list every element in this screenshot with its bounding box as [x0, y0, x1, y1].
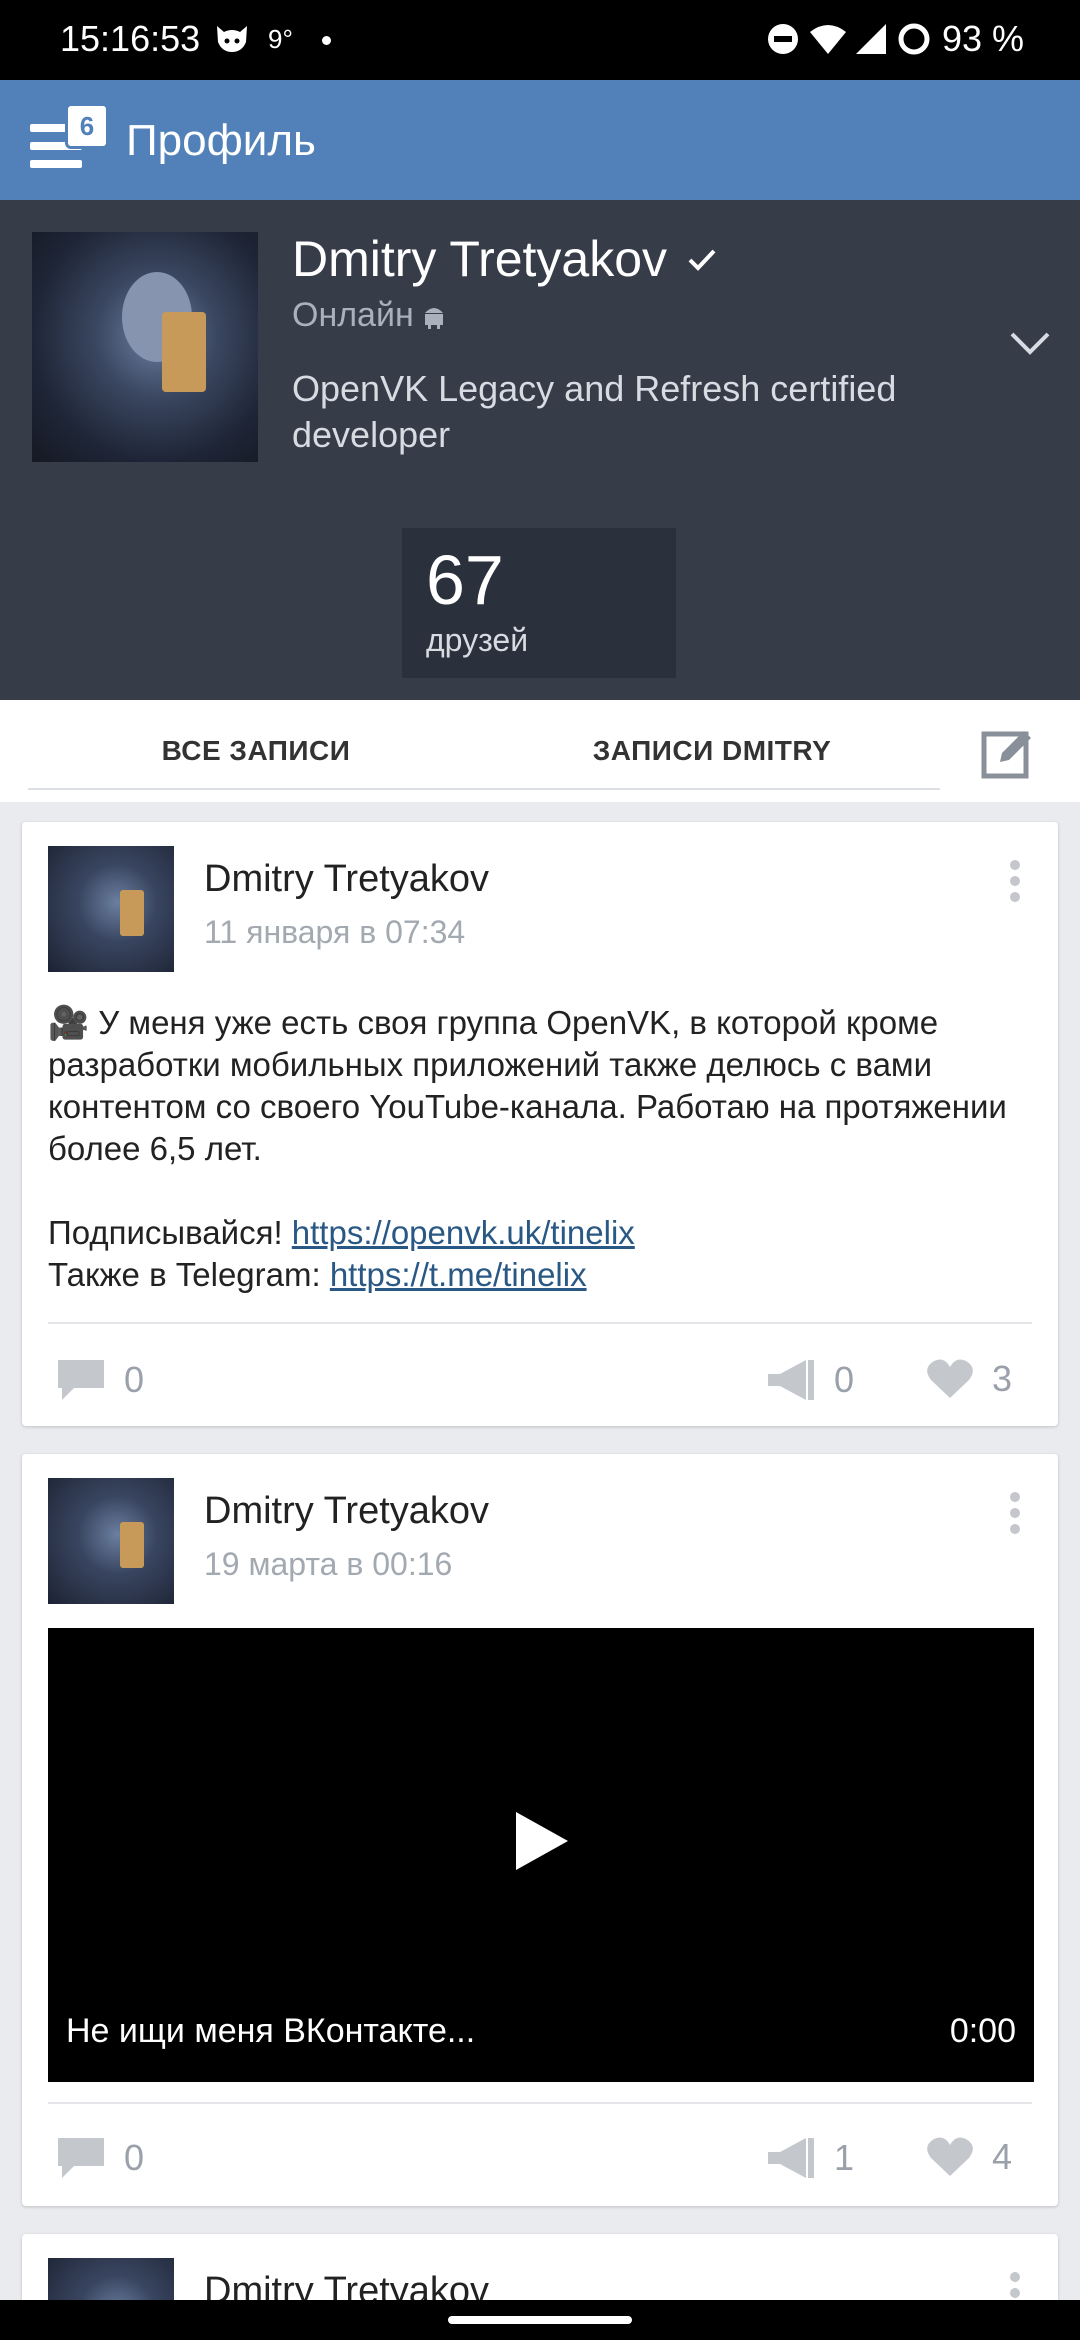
- comment-icon: [58, 2138, 104, 2178]
- friends-label: друзей: [426, 622, 529, 658]
- profile-avatar[interactable]: [32, 232, 258, 462]
- friends-count: 67: [426, 541, 504, 619]
- status-right-group: 93 %: [766, 18, 1024, 60]
- more-options-icon[interactable]: [1008, 858, 1022, 904]
- comment-count: 0: [124, 2137, 145, 2178]
- profile-name-row: Dmitry Tretyakov: [292, 230, 719, 288]
- comment-button[interactable]: 0: [56, 2136, 144, 2180]
- cell-signal-icon: [855, 24, 886, 54]
- comment-button[interactable]: 0: [56, 1358, 144, 1402]
- post-paragraph: 🎥 У меня уже есть своя группа OpenVK, в …: [48, 1004, 1007, 1167]
- app-toolbar: 6 Профиль: [0, 80, 1080, 200]
- menu-badge: 6: [68, 106, 106, 146]
- online-row: Онлайн: [292, 296, 446, 335]
- cat-notification-icon: [217, 26, 247, 52]
- status-time: 15:16:53: [60, 18, 201, 59]
- like-button[interactable]: 3: [926, 1358, 1012, 1400]
- like-count: 4: [992, 2136, 1013, 2177]
- repost-count: 0: [834, 1359, 855, 1400]
- wall-post: Dmitry Tretyakov 19 марта в 00:16 Не ищи…: [22, 1454, 1058, 2206]
- tab-all-posts[interactable]: ВСЕ ЗАПИСИ: [28, 700, 484, 790]
- repost-button[interactable]: 0: [766, 1358, 854, 1402]
- wall-post: Dmitry Tretyakov 11 января в 07:34 🎥 У м…: [22, 822, 1058, 1426]
- telegram-link[interactable]: https://t.me/tinelix: [330, 1256, 587, 1293]
- post-telegram-line: Также в Telegram: https://t.me/tinelix: [48, 1254, 1038, 1296]
- post-author-avatar[interactable]: [48, 846, 174, 972]
- status-bar: 15:16:53 9° 93 %: [0, 0, 1080, 80]
- openvk-link[interactable]: https://openvk.uk/tinelix: [292, 1214, 635, 1251]
- status-temperature: 9°: [268, 24, 293, 54]
- comment-icon: [58, 1360, 104, 1400]
- more-options-icon[interactable]: [1008, 1490, 1022, 1536]
- post-date: 19 марта в 00:16: [204, 1546, 453, 1582]
- system-nav-bar: [0, 2300, 1080, 2340]
- chevron-down-icon[interactable]: [1008, 328, 1052, 358]
- video-duration: 0:00: [949, 2012, 1016, 2050]
- like-button[interactable]: 4: [926, 2136, 1012, 2178]
- verified-check-icon: [688, 249, 716, 271]
- repost-count: 1: [834, 2137, 855, 2178]
- tab-user-posts[interactable]: ЗАПИСИ DMITRY: [484, 700, 940, 790]
- telegram-label: Также в Telegram:: [48, 1256, 321, 1293]
- post-divider: [48, 2102, 1032, 2104]
- battery-ring-icon: [898, 23, 930, 55]
- home-gesture-handle[interactable]: [448, 2316, 632, 2324]
- comment-count: 0: [124, 1359, 145, 1400]
- page-title: Профиль: [126, 116, 316, 165]
- notification-dot-icon: [322, 36, 331, 45]
- heart-icon: [927, 2137, 973, 2176]
- like-count: 3: [992, 1358, 1013, 1399]
- video-player[interactable]: Не ищи меня ВКонтакте... 0:00: [48, 1628, 1034, 2082]
- wifi-icon: [809, 25, 846, 54]
- compose-post-icon[interactable]: [980, 726, 1036, 780]
- menu-button[interactable]: 6: [30, 106, 108, 176]
- post-date: 11 января в 07:34: [204, 914, 466, 950]
- subscribe-label: Подписывайся!: [48, 1214, 283, 1251]
- post-actions: 0 1 4: [22, 2120, 1058, 2200]
- post-author-name[interactable]: Dmitry Tretyakov: [204, 1490, 489, 1533]
- play-icon[interactable]: [514, 1810, 570, 1872]
- post-actions: 0 0 3: [22, 1342, 1058, 1422]
- post-divider: [48, 1322, 1032, 1324]
- profile-status: OpenVK Legacy and Refresh certified deve…: [292, 368, 897, 455]
- heart-icon: [927, 1359, 973, 1398]
- repost-button[interactable]: 1: [766, 2136, 854, 2180]
- post-author-avatar[interactable]: [48, 1478, 174, 1604]
- megaphone-icon: [768, 1360, 814, 1400]
- post-subscribe-line: Подписывайся! https://openvk.uk/tinelix: [48, 1212, 1038, 1254]
- profile-header: Dmitry Tretyakov Онлайн OpenVK Legacy an…: [0, 200, 1080, 700]
- post-author-name[interactable]: Dmitry Tretyakov: [204, 858, 489, 901]
- wall-tabs: ВСЕ ЗАПИСИ ЗАПИСИ DMITRY: [0, 700, 1080, 802]
- video-title: Не ищи меня ВКонтакте...: [66, 2012, 476, 2050]
- profile-name: Dmitry Tretyakov: [292, 231, 668, 287]
- battery-percent: 93 %: [941, 18, 1024, 59]
- dnd-icon: [767, 24, 798, 54]
- post-text: 🎥 У меня уже есть своя группа OpenVK, в …: [48, 1002, 1038, 1296]
- android-icon: [424, 307, 443, 329]
- friends-counter[interactable]: 67 друзей: [402, 528, 676, 678]
- megaphone-icon: [768, 2138, 814, 2178]
- online-status: Онлайн: [292, 296, 414, 334]
